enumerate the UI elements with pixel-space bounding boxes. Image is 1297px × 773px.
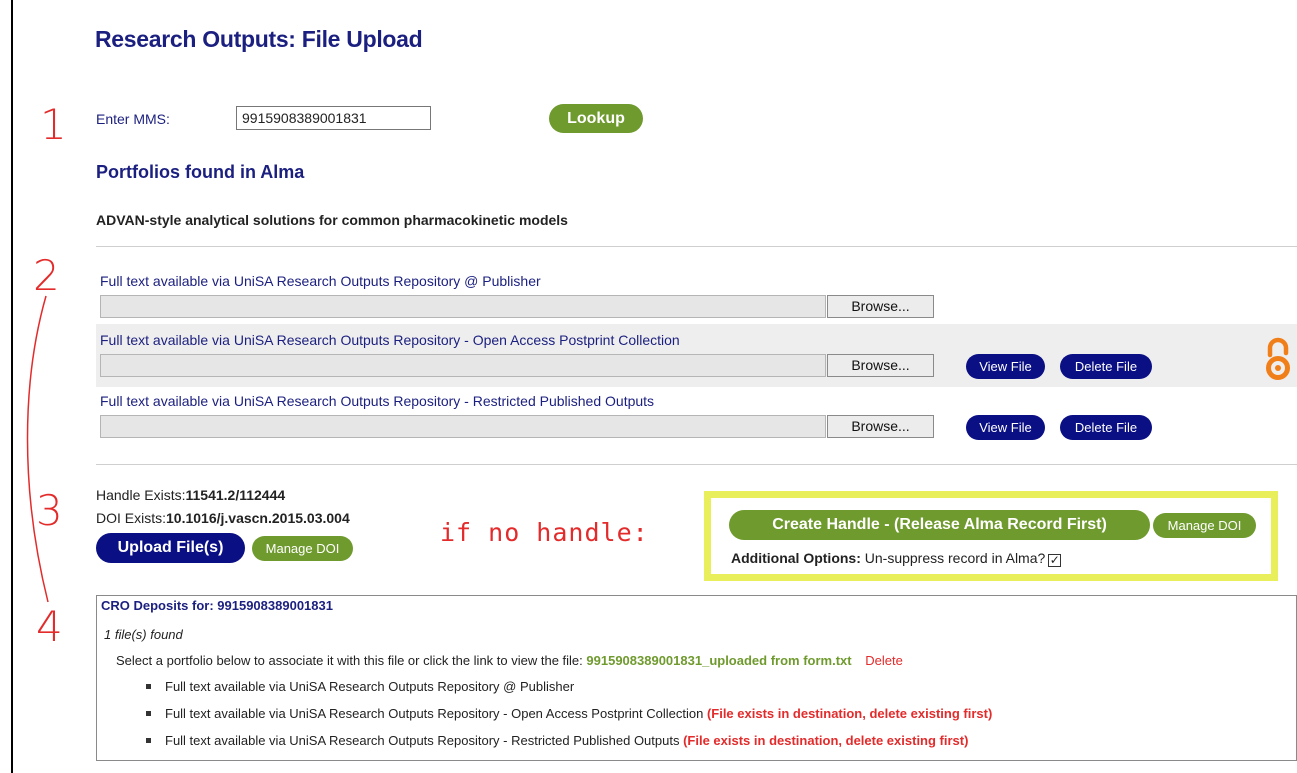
divider bbox=[96, 464, 1297, 465]
doi-label: DOI Exists: bbox=[96, 510, 167, 526]
upload-files-button[interactable]: Upload File(s) bbox=[96, 533, 245, 563]
cro-portfolio-label[interactable]: Full text available via UniSA Research O… bbox=[165, 679, 574, 694]
mms-input[interactable] bbox=[236, 106, 431, 130]
unsuppress-checkbox[interactable]: ✓ bbox=[1048, 554, 1062, 567]
unsuppress-text: Un-suppress record in Alma? bbox=[864, 550, 1046, 566]
annotation-marker-4: 4 bbox=[36, 602, 63, 651]
cro-portfolio-item[interactable]: Full text available via UniSA Research O… bbox=[146, 733, 968, 748]
annotation-if-no-handle: if no handle: bbox=[440, 518, 649, 547]
page-title: Research Outputs: File Upload bbox=[95, 26, 423, 52]
mms-label: Enter MMS: bbox=[96, 111, 170, 127]
left-frame-border bbox=[11, 0, 13, 773]
delete-file-button[interactable]: Delete File bbox=[1060, 415, 1152, 440]
delete-file-button[interactable]: Delete File bbox=[1060, 354, 1152, 379]
browse-button[interactable]: Browse... bbox=[827, 415, 934, 438]
create-handle-button[interactable]: Create Handle - (Release Alma Record Fir… bbox=[729, 510, 1150, 540]
handle-label: Handle Exists: bbox=[96, 487, 186, 503]
cro-portfolio-item[interactable]: Full text available via UniSA Research O… bbox=[146, 706, 992, 721]
uploaded-file-link[interactable]: 9915908389001831_uploaded from form.txt bbox=[586, 653, 851, 668]
file-path-field[interactable] bbox=[100, 415, 826, 438]
view-file-button[interactable]: View File bbox=[966, 354, 1045, 379]
manage-doi-button[interactable]: Manage DOI bbox=[1153, 513, 1256, 538]
cro-deposits-title: CRO Deposits for: 9915908389001831 bbox=[101, 598, 333, 613]
delete-file-link[interactable]: Delete bbox=[865, 653, 903, 668]
file-exists-warning: (File exists in destination, delete exis… bbox=[706, 706, 993, 721]
bullet-icon bbox=[146, 711, 151, 716]
record-title: ADVAN-style analytical solutions for com… bbox=[96, 212, 568, 228]
handle-exists-line: Handle Exists:11541.2/112444 bbox=[96, 487, 285, 503]
portfolios-heading: Portfolios found in Alma bbox=[96, 162, 305, 182]
doi-value: 10.1016/j.vascn.2015.03.004 bbox=[166, 510, 350, 526]
portfolio-label: Full text available via UniSA Research O… bbox=[100, 332, 680, 348]
manage-doi-button[interactable]: Manage DOI bbox=[252, 536, 353, 561]
bullet-icon bbox=[146, 738, 151, 743]
lookup-button[interactable]: Lookup bbox=[549, 104, 643, 133]
divider bbox=[96, 246, 1297, 247]
select-portfolio-instruction: Select a portfolio below to associate it… bbox=[116, 653, 903, 668]
browse-button[interactable]: Browse... bbox=[827, 295, 934, 318]
cro-portfolio-label[interactable]: Full text available via UniSA Research O… bbox=[165, 733, 679, 748]
annotation-bracket-line bbox=[26, 295, 49, 603]
additional-options-label: Additional Options: bbox=[731, 550, 861, 566]
files-found-count: 1 file(s) found bbox=[104, 627, 183, 642]
bullet-icon bbox=[146, 684, 151, 689]
file-path-field[interactable] bbox=[100, 295, 826, 318]
portfolio-label: Full text available via UniSA Research O… bbox=[100, 393, 655, 409]
cro-portfolio-item[interactable]: Full text available via UniSA Research O… bbox=[146, 679, 574, 694]
file-exists-warning: (File exists in destination, delete exis… bbox=[683, 733, 969, 748]
open-access-icon bbox=[1266, 337, 1290, 380]
portfolio-label: Full text available via UniSA Research O… bbox=[100, 273, 541, 289]
select-text: Select a portfolio below to associate it… bbox=[116, 653, 583, 668]
file-path-field[interactable] bbox=[100, 354, 826, 377]
handle-value: 11541.2/112444 bbox=[185, 487, 286, 503]
view-file-button[interactable]: View File bbox=[966, 415, 1045, 440]
cro-portfolio-label[interactable]: Full text available via UniSA Research O… bbox=[165, 706, 703, 721]
additional-options: Additional Options: Un-suppress record i… bbox=[731, 550, 1062, 567]
doi-exists-line: DOI Exists:10.1016/j.vascn.2015.03.004 bbox=[96, 510, 350, 526]
browse-button[interactable]: Browse... bbox=[827, 354, 934, 377]
annotation-marker-1: 1 bbox=[40, 100, 67, 149]
